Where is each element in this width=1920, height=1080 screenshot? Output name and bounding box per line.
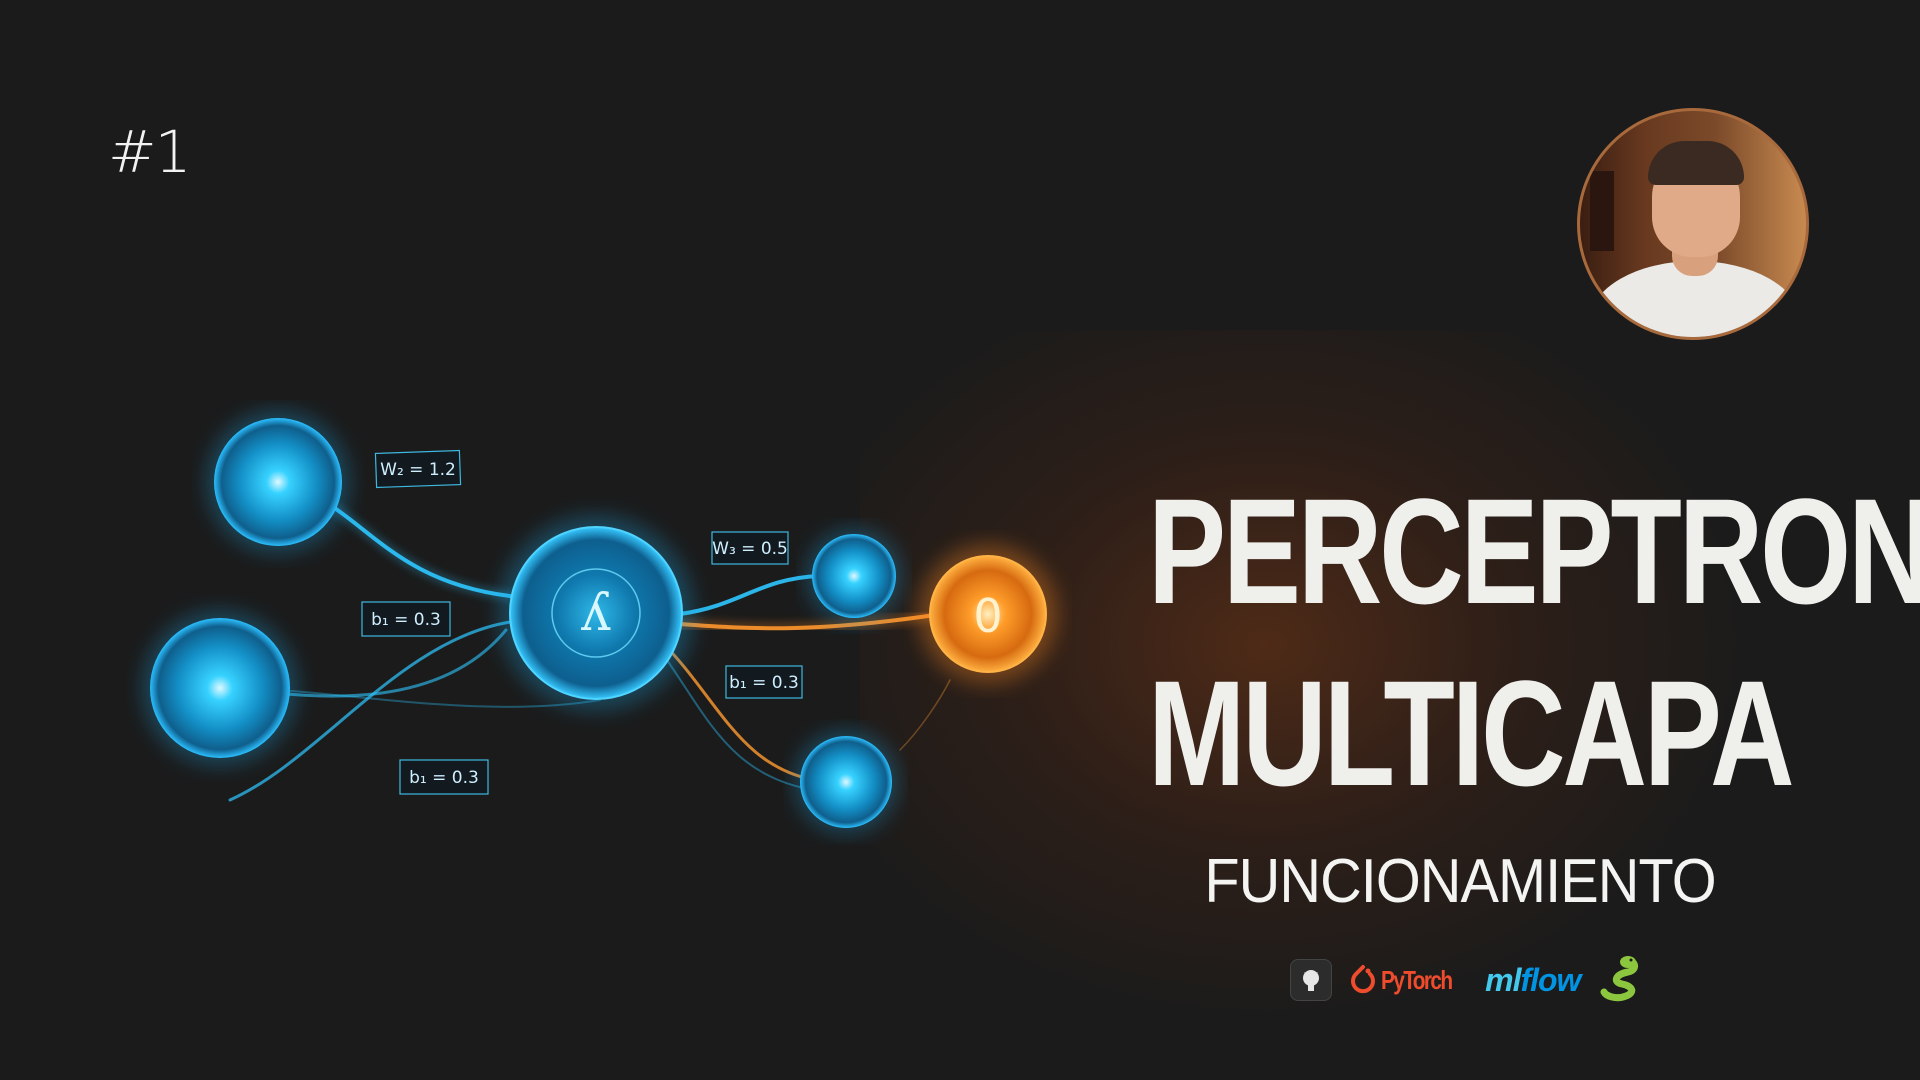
input-neuron-bottom — [142, 610, 298, 766]
mlflow-icon: mlflow — [1485, 961, 1581, 999]
pytorch-icon — [1351, 965, 1375, 994]
label-w2: W₂ = 1.2 — [380, 460, 456, 480]
tech-logos: PyTorch mlflow — [1290, 955, 1646, 1005]
title-line-1: PERCEPTRON — [1148, 467, 1920, 635]
input-neuron-top — [206, 410, 350, 554]
pytorch-wordmark: PyTorch — [1381, 964, 1453, 995]
avatar — [1577, 108, 1809, 340]
neural-network-illustration: ʎ 0 W₂ = 1.2 W₃ = 0.5 b₁ = 0.3 b₁ = 0.3 … — [142, 410, 1058, 834]
output-layer-neuron-bottom — [794, 730, 898, 834]
page-subtitle: FUNCIONAMIENTO — [1204, 847, 1716, 916]
output-neuron-symbol: 0 — [973, 589, 1002, 643]
label-w3: W₃ = 0.5 — [712, 539, 788, 559]
avatar-hair — [1648, 141, 1744, 185]
hidden-neuron-symbol: ʎ — [580, 583, 611, 643]
mlflow-wordmark-ml: ml — [1485, 961, 1521, 998]
hidden-neuron: ʎ — [498, 515, 694, 711]
title-line-2: MULTICAPA — [1148, 649, 1795, 817]
output-layer-neuron-top — [806, 528, 902, 624]
label-b1-bottom: b₁ = 0.3 — [409, 768, 479, 788]
label-b1-left: b₁ = 0.3 — [371, 610, 441, 630]
pytorch-logo: PyTorch — [1348, 963, 1469, 997]
avatar-background-shelf — [1590, 171, 1614, 251]
github-icon — [1290, 959, 1332, 1001]
mlflow-wordmark-flow: flow — [1520, 961, 1581, 998]
python-snake-icon — [1596, 954, 1646, 1007]
episode-number: #1 — [108, 118, 191, 186]
output-neuron: 0 — [918, 544, 1058, 684]
label-b1-right: b₁ = 0.3 — [729, 673, 799, 693]
page-title: PERCEPTRON MULTICAPA — [1148, 460, 1920, 824]
